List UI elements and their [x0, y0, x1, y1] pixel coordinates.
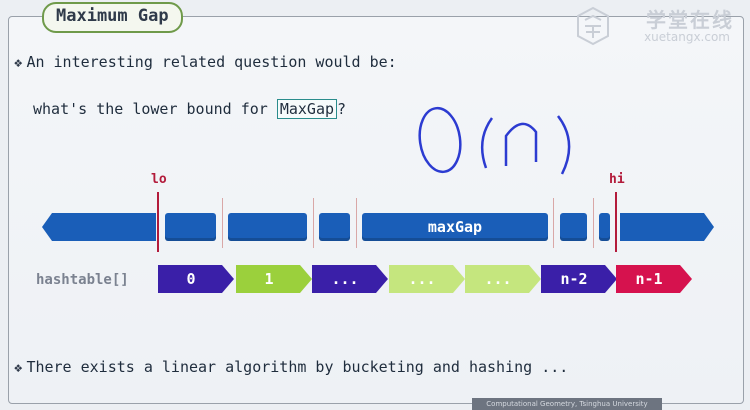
hi-boundary-line	[615, 192, 617, 252]
bucket-label: 1	[264, 270, 274, 288]
gap-segment	[560, 213, 587, 241]
bucket-label: ...	[484, 270, 512, 288]
hash-bucket: 0	[158, 265, 234, 293]
gap-segment	[319, 213, 350, 241]
hash-bucket: n-2	[541, 265, 617, 293]
hashtable-label: hashtable[]	[36, 272, 129, 288]
bullet-linear-text: There exists a linear algorithm by bucke…	[26, 358, 569, 376]
maxgap-boxed-term: MaxGap	[276, 99, 338, 119]
bucket-label: n-2	[560, 270, 588, 288]
watermark-url: xuetangx.com	[644, 30, 730, 44]
handwritten-big-o-n	[418, 106, 571, 175]
hash-bucket: 1	[236, 265, 312, 293]
hash-bucket: n-1	[616, 265, 692, 293]
right-arrow-icon	[620, 213, 714, 241]
gap-segment	[228, 213, 307, 241]
footer-course-tag: Computational Geometry, Tsinghua Univers…	[472, 398, 662, 410]
slide-frame	[8, 16, 744, 404]
bullet-linear-algorithm: ❖ There exists a linear algorithm by buck…	[14, 358, 568, 376]
lower-bound-prefix: what's the lower bound for	[33, 100, 268, 118]
gap-segment	[599, 213, 610, 241]
bucket-divider	[313, 198, 314, 248]
bucket-divider	[593, 198, 594, 248]
lo-label: lo	[151, 172, 167, 187]
bucket-divider	[553, 198, 554, 248]
hash-bucket: ...	[312, 265, 388, 293]
bucket-label: n-1	[635, 270, 663, 288]
hi-label: hi	[609, 172, 625, 187]
gap-segment	[165, 213, 216, 241]
lower-bound-line: what's the lower bound for MaxGap?	[33, 99, 347, 119]
bucket-label: ...	[331, 270, 359, 288]
lo-boundary-line	[157, 192, 159, 252]
max-gap-segment: maxGap	[362, 213, 548, 241]
bullet-question: ❖ An interesting related question would b…	[14, 53, 397, 71]
left-arrow-icon	[42, 213, 156, 241]
lower-bound-suffix: ?	[337, 100, 347, 118]
bullet-question-text: An interesting related question would be…	[26, 53, 397, 71]
bullet-diamond-icon: ❖	[14, 55, 23, 71]
slide-title: Maximum Gap	[42, 2, 183, 33]
bucket-label: ...	[408, 270, 436, 288]
bucket-divider	[356, 198, 357, 248]
hash-bucket: ...	[465, 265, 541, 293]
bucket-label: 0	[186, 270, 196, 288]
hash-bucket: ...	[389, 265, 465, 293]
bucket-divider	[222, 198, 223, 248]
bullet-diamond-icon: ❖	[14, 360, 23, 376]
xuetangx-logo-icon	[577, 6, 609, 46]
max-gap-label: maxGap	[427, 218, 483, 236]
watermark-chinese: 学堂在线	[646, 8, 734, 32]
